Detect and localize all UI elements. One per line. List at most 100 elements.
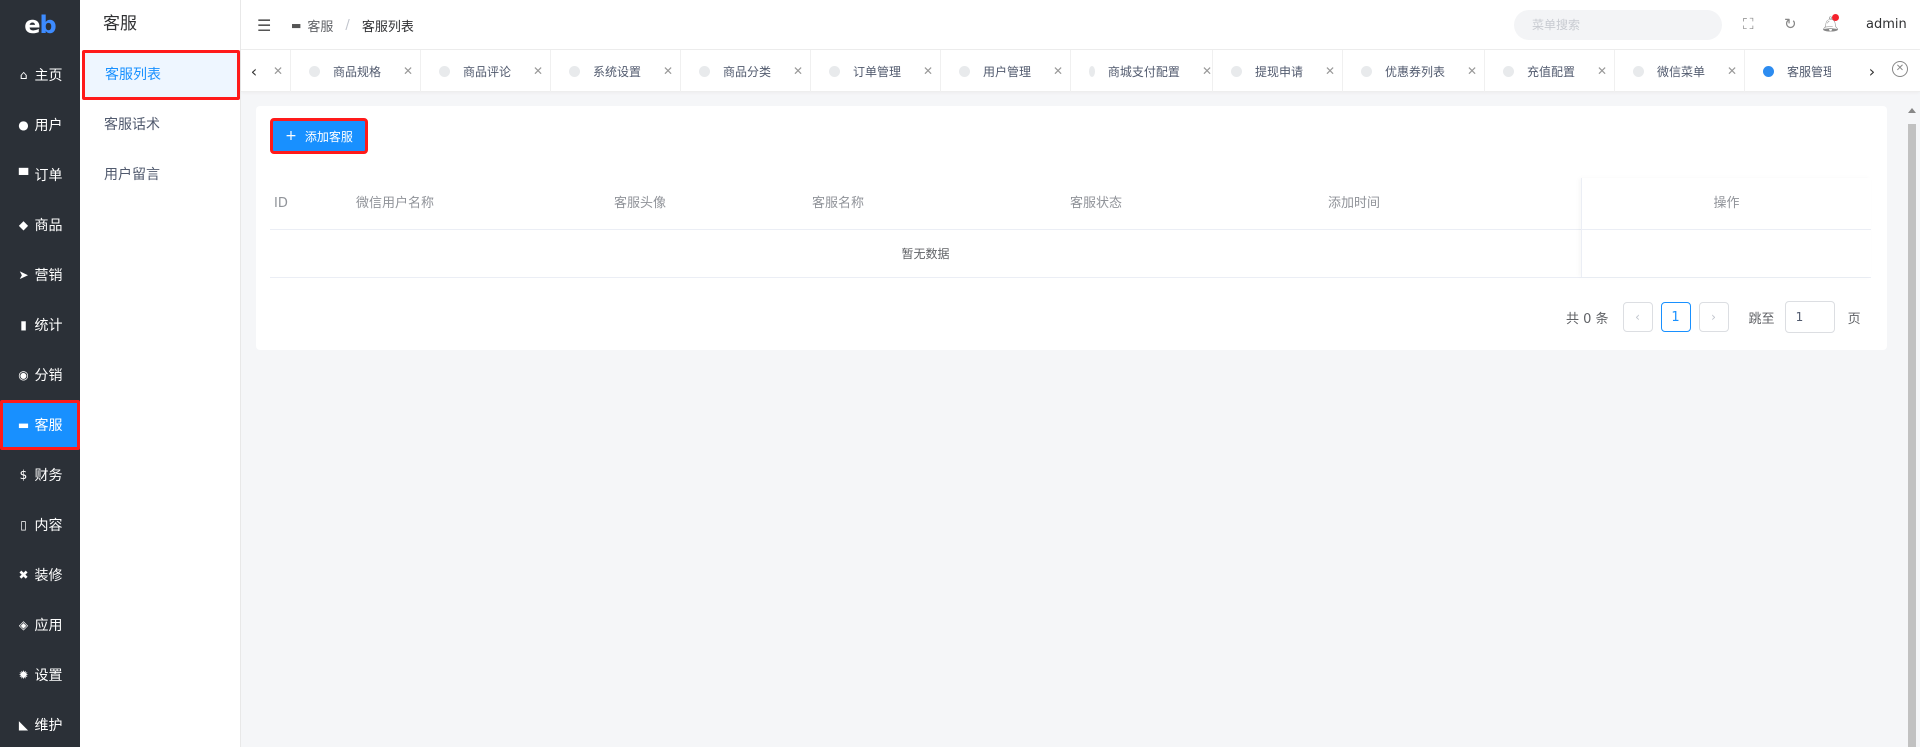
menu-search-input[interactable] [1514,10,1722,40]
close-icon[interactable]: ✕ [663,64,673,78]
nav-item-label: 订单 [34,168,63,184]
tab-item[interactable]: 微信菜单 ✕ [1615,50,1745,92]
nav-item-1[interactable]: ● 用户 [0,100,80,150]
send-icon: ➤ [18,268,29,282]
empty-text: 暂无数据 [901,247,950,261]
column-operation: 操作 [1582,178,1871,230]
tab-close-partial[interactable]: ✕ [269,50,291,92]
scroll-thumb[interactable] [1908,124,1916,747]
breadcrumb-current: 客服列表 [361,19,414,35]
add-service-label: 添加客服 [304,129,353,144]
tab-item[interactable]: 用户管理 ✕ [941,50,1071,92]
user-icon: ● [18,118,29,132]
close-icon[interactable]: ✕ [1325,64,1335,78]
scroll-up-arrow-icon[interactable] [1908,108,1916,113]
nav-item-4[interactable]: ➤ 营销 [0,250,80,300]
tab-item[interactable]: 充值配置 ✕ [1485,50,1615,92]
user-menu[interactable]: admin [1866,0,1907,50]
pager-jump-input[interactable] [1784,301,1835,333]
page-scrollbar[interactable] [1906,106,1918,747]
chat-icon: ▬ [17,418,30,432]
tab-label: 订单管理 [853,64,902,79]
nav-item-8[interactable]: $ 财务 [0,450,80,500]
breadcrumb-parent[interactable]: 客服 [307,16,333,35]
close-all-tabs-icon[interactable]: ✕ [1892,61,1908,77]
close-icon[interactable]: ✕ [403,64,413,78]
close-icon[interactable]: ✕ [1597,64,1607,78]
notification-dot [1832,14,1839,21]
add-service-button[interactable]: + 添加客服 [270,118,368,154]
home-icon: ⌂ [19,68,28,82]
column-id: ID [274,196,288,211]
tab-item[interactable]: 提现申请 ✕ [1213,50,1343,92]
submenu-item-1[interactable]: 客服话术 [80,100,240,150]
pager-page-unit: 页 [1847,311,1861,327]
menu-collapse-icon[interactable]: ☰ [257,16,271,35]
tab-status-dot [439,65,450,77]
nav-item-label: 维护 [34,718,63,734]
tab-label: 充值配置 [1527,64,1576,79]
tab-label: 商品分类 [723,64,772,79]
nav-item-3[interactable]: ◆ 商品 [0,200,80,250]
logo[interactable]: eb [0,0,80,50]
tab-item[interactable]: 商品评论 ✕ [421,50,551,92]
close-icon[interactable]: ✕ [273,64,283,78]
book-icon: ▯ [20,518,27,532]
tab-item[interactable]: 系统设置 ✕ [551,50,681,92]
submenu-item-2[interactable]: 用户留言 [80,150,240,200]
gear-icon: ✹ [18,668,29,682]
nav-item-label: 商品 [34,218,63,234]
submenu: 客服 客服列表 客服话术 用户留言 [80,0,241,747]
close-icon[interactable]: ✕ [1727,64,1737,78]
column-service-name: 客服名称 [812,196,865,211]
nav-item-2[interactable]: ▀ 订单 [0,150,80,200]
pager-page-1[interactable]: 1 [1660,302,1691,332]
pager-next-icon[interactable]: › [1698,302,1729,332]
nav-item-label: 应用 [34,618,63,634]
close-icon[interactable]: ✕ [793,64,803,78]
pagination: 共 0 条 ‹ 1 › 跳至 页 [1566,301,1861,333]
nav-item-5[interactable]: ▮ 统计 [0,300,80,350]
handshake-icon: ◉ [18,368,29,382]
tab-label: 商城支付配置 [1107,64,1180,79]
nav-item-0[interactable]: ⌂ 主页 [0,50,80,100]
plus-icon: + [285,128,297,144]
tab-item[interactable]: 商城支付配置 ✕ [1071,50,1213,92]
tab-label: 商品规格 [333,64,382,79]
nav-item-13[interactable]: ◣ 维护 [0,700,80,747]
nav-item-label: 财务 [34,468,63,484]
fullscreen-icon[interactable]: ⛶ [1743,15,1754,33]
nav-item-label: 客服 [34,418,63,434]
nav-item-9[interactable]: ▯ 内容 [0,500,80,550]
pager-total: 共 0 条 [1566,311,1609,327]
nav-item-7[interactable]: ▬ 客服 [0,400,80,450]
close-icon[interactable]: ✕ [923,64,933,78]
tab-item[interactable]: 商品规格 ✕ [291,50,421,92]
refresh-icon[interactable]: ↻ [1784,15,1797,33]
close-icon[interactable]: ✕ [1467,64,1477,78]
tabs-scroll-left-icon[interactable]: ‹ [241,50,267,92]
submenu-item-0[interactable]: 客服列表 [82,50,240,100]
tabs-scroll-right-icon[interactable]: › [1859,50,1885,92]
nav-item-label: 统计 [34,318,63,334]
chat-icon: ▬ [291,18,302,32]
tab-item[interactable]: 订单管理 ✕ [811,50,941,92]
tab-item[interactable]: 优惠券列表 ✕ [1343,50,1485,92]
top-header: ☰ ▬ 客服 / 客服列表 ⛶ ↻ 🔔︎ admin [241,0,1920,50]
dollar-icon: $ [19,468,28,482]
tab-status-dot [1503,65,1514,77]
tab-item[interactable]: 商品分类 ✕ [681,50,811,92]
close-icon[interactable]: ✕ [1053,64,1063,78]
nav-item-6[interactable]: ◉ 分销 [0,350,80,400]
submenu-title: 客服 [103,14,137,34]
nav-item-label: 主页 [34,68,63,84]
close-icon[interactable]: ✕ [1202,64,1212,78]
pager-prev-icon[interactable]: ‹ [1622,302,1653,332]
tab-item[interactable]: 客服管理 [1745,50,1831,92]
close-icon[interactable]: ✕ [533,64,543,78]
nav-item-12[interactable]: ✹ 设置 [0,650,80,700]
nav-item-10[interactable]: ✖ 装修 [0,550,80,600]
nav-item-11[interactable]: ◈ 应用 [0,600,80,650]
pager-jump-label: 跳至 [1748,311,1775,327]
tab-status-dot [309,65,320,77]
